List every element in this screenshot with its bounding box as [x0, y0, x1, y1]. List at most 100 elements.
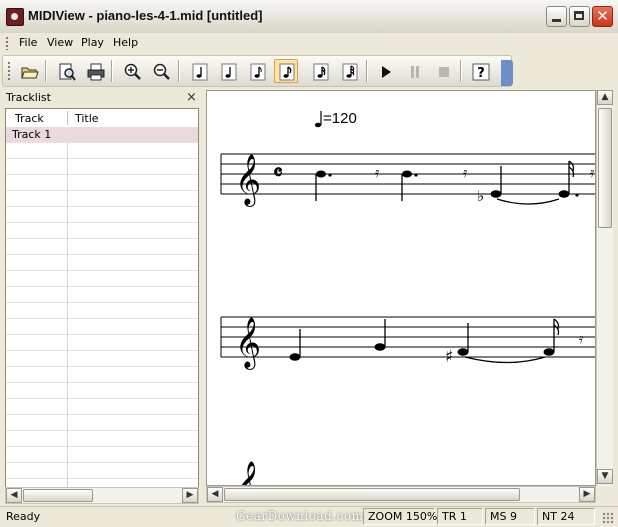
help-button[interactable]: ?: [468, 59, 492, 83]
score-view[interactable]: =120 𝄞 𝄴 𝄿 𝄿 ♭ 𝄿 𝄞 ♯ 𝄿 𝄞: [206, 90, 596, 486]
print-button[interactable]: [83, 59, 107, 83]
status-zoom-value: ZOOM 150%: [368, 510, 438, 523]
tracklist-horizontal-scrollbar[interactable]: ◀ ▶: [5, 487, 199, 504]
resize-grip-icon[interactable]: [602, 512, 614, 524]
toolbar: ?: [2, 55, 512, 87]
tracklist-table: Track Title Track 1: [5, 108, 199, 489]
column-header-track[interactable]: Track: [15, 112, 44, 125]
zoom-out-icon: [153, 63, 170, 80]
toolbar-grip[interactable]: [8, 62, 10, 81]
menu-play[interactable]: Play: [81, 36, 104, 49]
toolbar-separator: [460, 60, 462, 82]
scroll-right-arrow-icon[interactable]: ▶: [579, 487, 595, 502]
staff-2: [220, 316, 595, 358]
half-note-button[interactable]: [216, 59, 240, 83]
tracklist-header: Track Title: [6, 109, 198, 128]
quarter-note-icon: [250, 63, 266, 81]
track-cell: Track 1: [12, 128, 52, 141]
menubar-grip[interactable]: [6, 37, 8, 50]
menu-help[interactable]: Help: [113, 36, 138, 49]
svg-text:𝄿: 𝄿: [375, 165, 380, 181]
app-logo-icon[interactable]: [6, 8, 24, 26]
svg-text:𝄿: 𝄿: [463, 165, 468, 181]
close-button[interactable]: ✕: [592, 6, 613, 27]
app-window: MIDIView - piano-les-4-1.mid [untitled] …: [0, 0, 618, 527]
open-button[interactable]: [17, 59, 41, 83]
tracklist-title: Tracklist: [6, 91, 51, 104]
score-vertical-scrollbar[interactable]: ▲ ▼: [596, 90, 613, 486]
treble-clef-icon: 𝄞: [235, 461, 261, 486]
svg-text:♭: ♭: [477, 187, 484, 205]
staff-2-notes: ♯ 𝄿: [289, 318, 584, 367]
status-track: TR 1: [437, 508, 483, 525]
treble-clef-icon: 𝄞: [235, 317, 261, 370]
column-divider: [67, 127, 68, 488]
whole-note-button[interactable]: [187, 59, 211, 83]
play-icon: [382, 66, 391, 78]
half-note-icon: [221, 63, 237, 81]
score-horizontal-scrollbar[interactable]: ◀ ▶: [206, 486, 596, 503]
minimize-button[interactable]: [546, 6, 567, 27]
scroll-down-arrow-icon[interactable]: ▼: [597, 469, 613, 484]
eighth-note-icon: [279, 63, 295, 81]
common-time-icon: 𝄴: [273, 160, 283, 186]
minimize-icon: [552, 19, 561, 22]
close-icon: ✕: [596, 7, 609, 25]
menu-view[interactable]: View: [47, 36, 73, 49]
svg-text:𝄿: 𝄿: [590, 165, 595, 181]
window-title: MIDIView - piano-les-4-1.mid [untitled]: [28, 8, 263, 23]
scroll-left-arrow-icon[interactable]: ◀: [6, 488, 22, 503]
svg-text:?: ?: [477, 66, 485, 81]
status-zoom: ZOOM 150%: [363, 508, 438, 525]
menu-bar: File View Play Help: [0, 33, 618, 53]
watermark: GearDownload.com: [236, 509, 364, 523]
help-icon: ?: [472, 63, 490, 81]
pause-button[interactable]: [402, 59, 426, 83]
print-preview-button[interactable]: [54, 59, 78, 83]
status-nt: NT 24: [537, 508, 595, 525]
whole-note-icon: [192, 63, 208, 81]
toolbar-separator: [111, 60, 113, 82]
column-header-title[interactable]: Title: [75, 112, 99, 125]
scroll-right-arrow-icon[interactable]: ▶: [182, 488, 198, 503]
tracklist-panel: Tracklist × Track Title Track 1 ◀ ▶: [4, 89, 201, 504]
svg-text:𝄿: 𝄿: [579, 331, 584, 347]
scrollbar-thumb[interactable]: [23, 489, 93, 502]
scrollbar-thumb[interactable]: [598, 108, 612, 228]
column-resize-handle[interactable]: [67, 111, 68, 125]
staff-notation: 𝄞 𝄴 𝄿 𝄿 ♭ 𝄿 𝄞 ♯ 𝄿 𝄞: [220, 153, 595, 486]
zoom-in-icon: [124, 63, 141, 80]
menu-file[interactable]: File: [19, 36, 37, 49]
svg-text:♯: ♯: [445, 347, 453, 367]
table-row[interactable]: Track 1: [6, 127, 198, 142]
zoom-in-button[interactable]: [120, 59, 144, 83]
staff-1-notes: 𝄿 𝄿 ♭ 𝄿: [315, 160, 595, 205]
title-bar[interactable]: MIDIView - piano-les-4-1.mid [untitled] …: [0, 0, 618, 34]
stop-button[interactable]: [431, 59, 455, 83]
toolbar-separator: [45, 60, 47, 82]
tracklist-rows: [6, 127, 198, 488]
maximize-icon: [574, 11, 584, 20]
zoom-out-button[interactable]: [149, 59, 173, 83]
scrollbar-thumb[interactable]: [224, 488, 520, 501]
toolbar-separator: [178, 60, 180, 82]
play-button[interactable]: [373, 59, 397, 83]
status-ms-value: MS 9: [490, 510, 517, 523]
scroll-up-arrow-icon[interactable]: ▲: [597, 90, 613, 105]
tracklist-close-icon[interactable]: ×: [186, 90, 197, 105]
quarter-note-button[interactable]: [245, 59, 269, 83]
thirty-second-note-button[interactable]: [337, 59, 361, 83]
status-ms: MS 9: [485, 508, 535, 525]
toolbar-separator: [366, 60, 368, 82]
maximize-button[interactable]: [569, 6, 590, 27]
sixteenth-note-button[interactable]: [308, 59, 332, 83]
printer-icon: [87, 63, 105, 81]
eighth-note-button[interactable]: [274, 59, 298, 83]
scroll-left-arrow-icon[interactable]: ◀: [207, 487, 223, 502]
sixteenth-note-icon: [313, 63, 329, 81]
status-track-value: TR 1: [442, 510, 467, 523]
folder-open-icon: [21, 67, 39, 79]
toolbar-overflow-chevron-icon[interactable]: [501, 60, 513, 86]
treble-clef-icon: 𝄞: [235, 154, 261, 207]
stop-icon: [439, 67, 449, 77]
